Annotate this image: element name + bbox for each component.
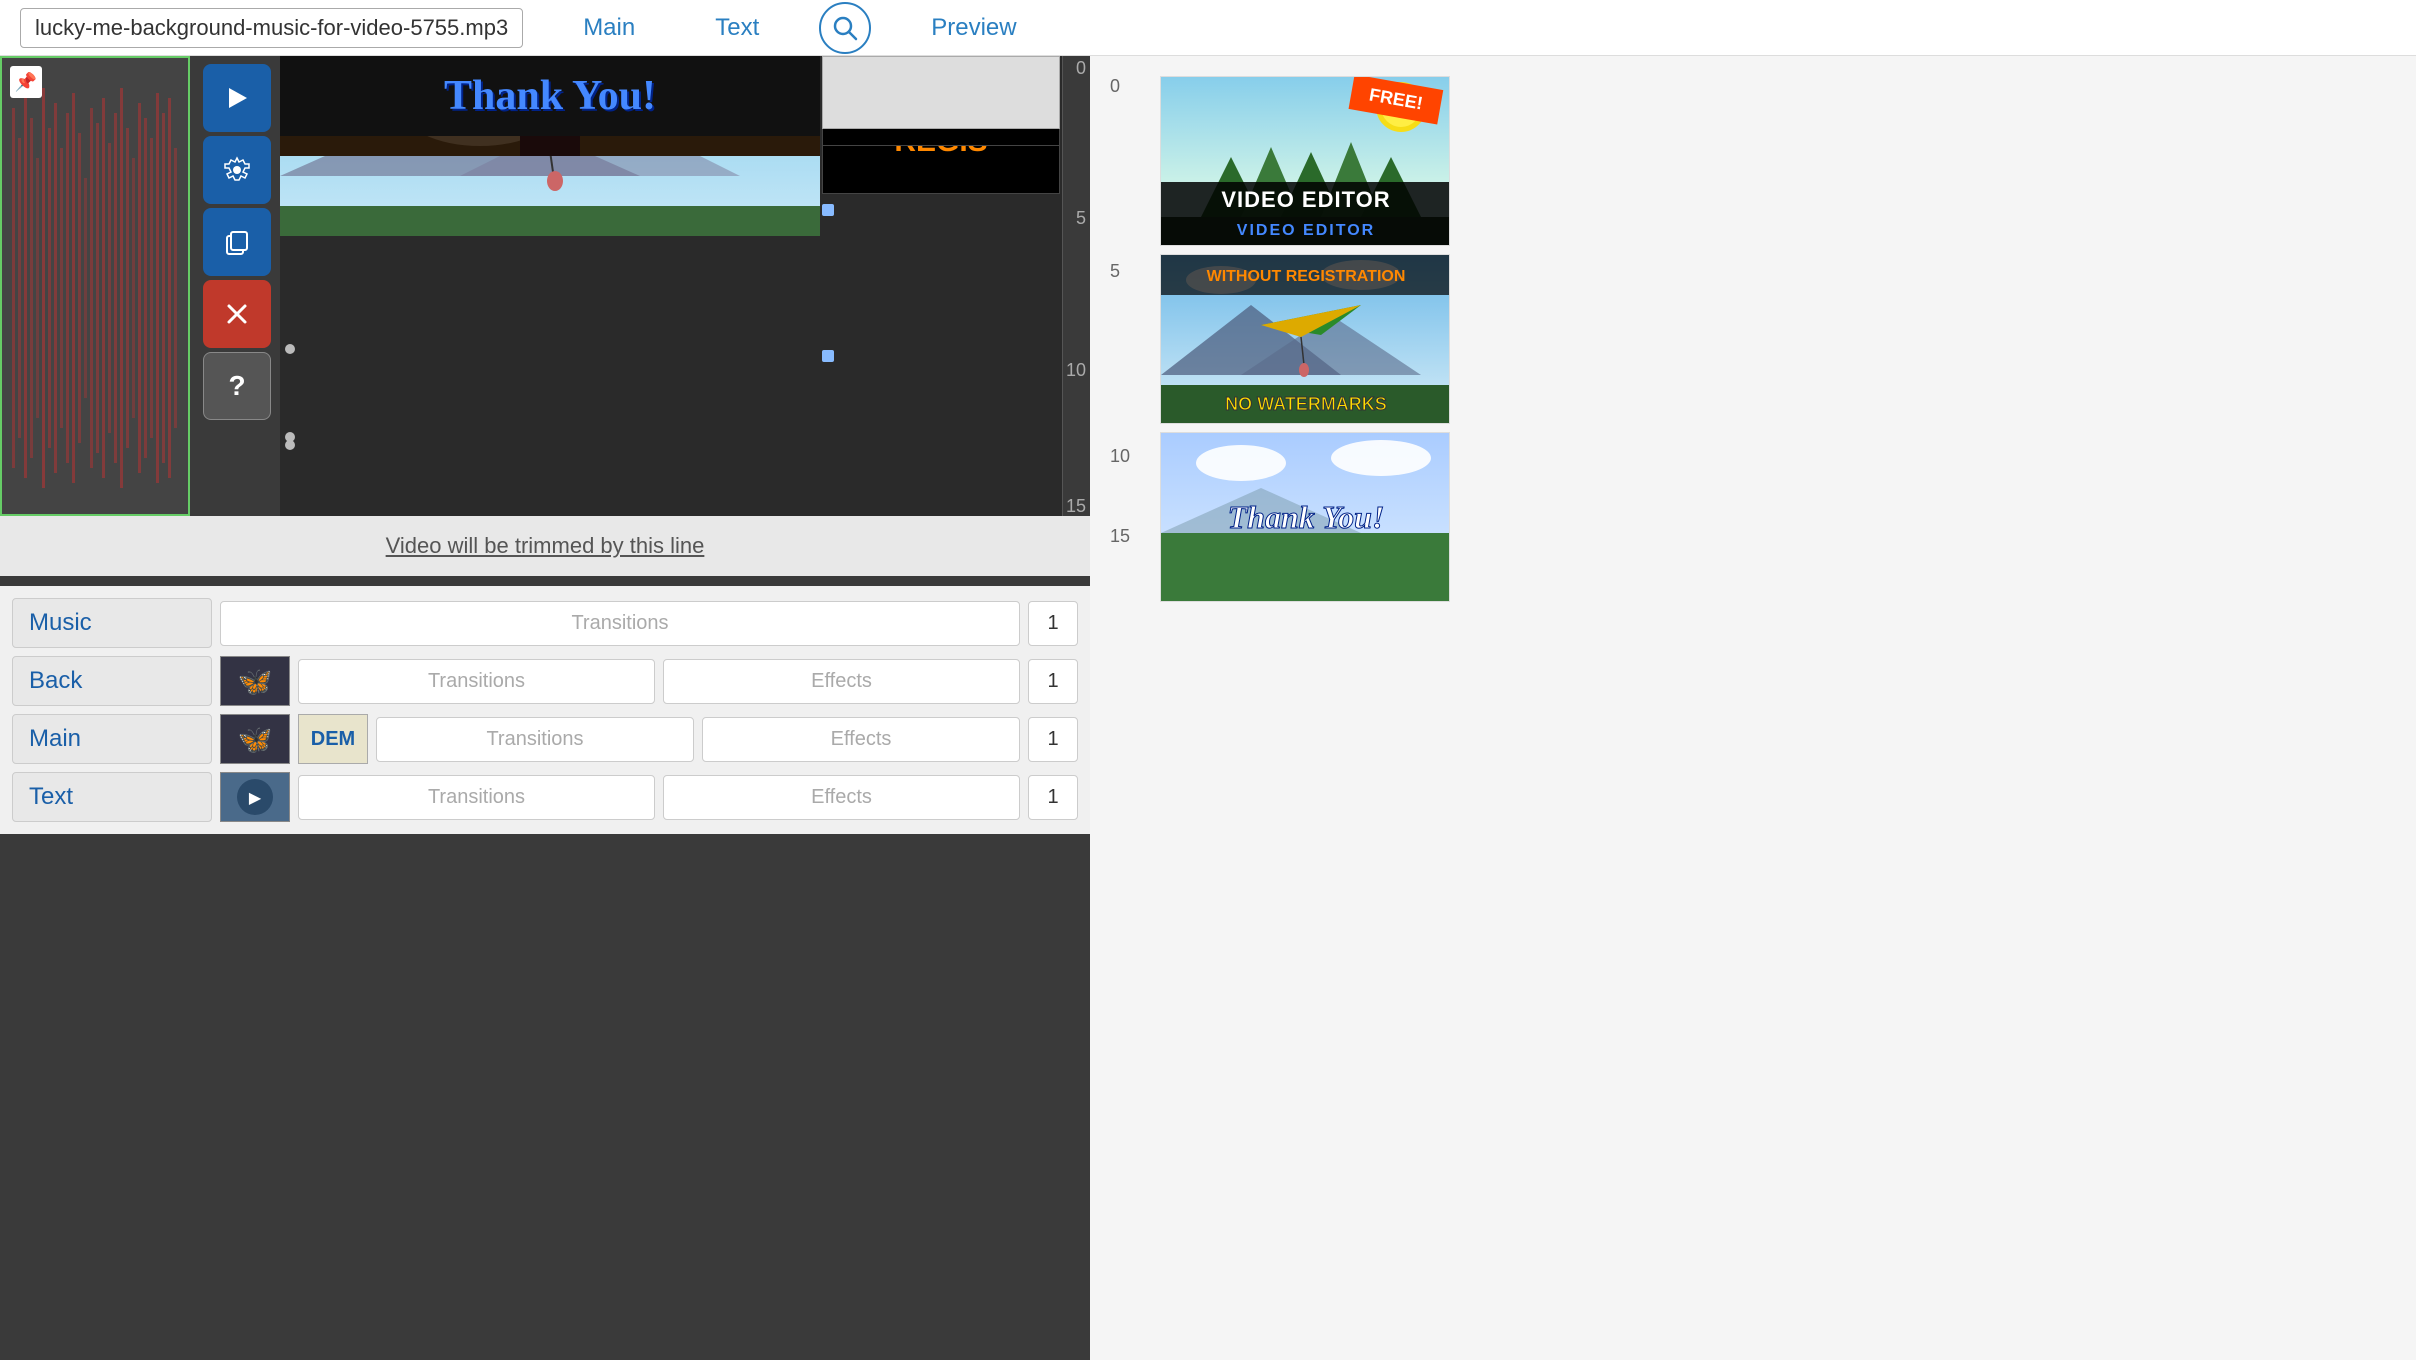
count-3: 1 [1028,717,1078,762]
preview-ruler-0: 0 [1110,76,1120,97]
timeline-panel: 📌 [0,56,1090,1360]
block2-handle[interactable] [822,204,834,216]
play-button[interactable] [203,64,271,132]
preview-thumb-1: VIDEO EDITOR FREE! VIDEO EDITOR [1160,76,1450,246]
preview-thumb-2: WITHOUT REGISTRATION NO WATERMARKS [1160,254,1450,424]
preview-ruler-10: 10 [1110,446,1130,467]
effects-2[interactable]: Effects [663,659,1020,704]
count-2: 1 [1028,659,1078,704]
control-buttons: ? [195,56,279,428]
thankyou-text: Thank You! [444,72,656,120]
preview-ruler-15: 15 [1110,526,1130,547]
ruler-0: 0 [1076,58,1086,79]
svg-text:Thank You!: Thank You! [1228,499,1385,535]
waveform [2,58,188,514]
settings-button[interactable] [203,136,271,204]
delete-button[interactable] [203,280,271,348]
tab-main[interactable]: Main [583,10,635,46]
main-button[interactable]: Main [12,714,212,764]
bottom-nav-panel: Music Transitions 1 Back 🦋 Transitions E… [0,586,1090,834]
preview-thumb-3: Thank You! [1160,432,1450,602]
thumb-icon: ▶ [220,772,290,822]
bottom-row-1: Music Transitions 1 [12,598,1078,648]
bottom-row-2: Back 🦋 Transitions Effects 1 [12,656,1078,706]
block3-handle[interactable] [822,350,834,362]
transitions-3[interactable]: Transitions [376,717,694,762]
header: lucky-me-background-music-for-video-5755… [0,0,2416,56]
bottom-row-4: Text ▶ Transitions Effects 1 [12,772,1078,822]
video-clips-area: Thank You! [280,56,820,516]
ruler-10: 10 [1066,360,1086,381]
svg-text:▶: ▶ [249,790,262,807]
count-1: 1 [1028,601,1078,646]
effects-3[interactable]: Effects [702,717,1020,762]
preview-panel: 0 5 10 15 [1090,56,2416,1360]
preview-ruler-5: 5 [1110,261,1120,282]
copy-button[interactable] [203,208,271,276]
main-layout: 📌 [0,56,2416,1360]
thumb-dem: DEM [298,714,368,764]
preview-thumbs: VIDEO EDITOR FREE! VIDEO EDITOR [1160,76,2396,602]
search-button[interactable] [819,2,871,54]
count-4: 1 [1028,775,1078,820]
trim-line-text: Video will be trimmed by this line [386,533,705,559]
help-icon: ? [228,370,245,402]
transitions-2[interactable]: Transitions [298,659,655,704]
filename-display: lucky-me-background-music-for-video-5755… [20,8,523,48]
back-button[interactable]: Back [12,656,212,706]
svg-text:VIDEO EDITOR: VIDEO EDITOR [1237,222,1375,239]
svg-text:WITHOUT REGISTRATION: WITHOUT REGISTRATION [1207,268,1406,285]
clip-handle-4[interactable] [285,432,295,442]
text-block-4 [822,56,1060,129]
thumb-butterfly-1: 🦋 [220,656,290,706]
tab-text[interactable]: Text [715,10,759,46]
transitions-1[interactable]: Transitions [220,601,1020,646]
help-button[interactable]: ? [203,352,271,420]
header-tabs: Main Text [583,10,759,46]
timeline-ruler: 0 5 10 15 [1062,56,1090,516]
clip-thankyou: Thank You! [280,56,820,136]
clip-handle-2[interactable] [285,344,295,354]
ruler-15: 15 [1066,496,1086,517]
text-overlay-track: VIDEO EDITOR 📌 WITHOUT REGIS [820,56,1065,516]
thumb-butterfly-2: 🦋 [220,714,290,764]
svg-text:VIDEO EDITOR: VIDEO EDITOR [1221,187,1390,212]
text-button[interactable]: Text [12,772,212,822]
transitions-4[interactable]: Transitions [298,775,655,820]
pin-icon: 📌 [10,66,42,98]
trim-line-area: Video will be trimmed by this line [0,516,1090,576]
audio-track: 📌 [0,56,190,516]
music-button[interactable]: Music [12,598,212,648]
preview-label[interactable]: Preview [931,14,1016,42]
effects-4[interactable]: Effects [663,775,1020,820]
ruler-5: 5 [1076,208,1086,229]
svg-text:NO WATERMARKS: NO WATERMARKS [1225,394,1387,414]
bottom-row-3: Main 🦋 DEM Transitions Effects 1 [12,714,1078,764]
